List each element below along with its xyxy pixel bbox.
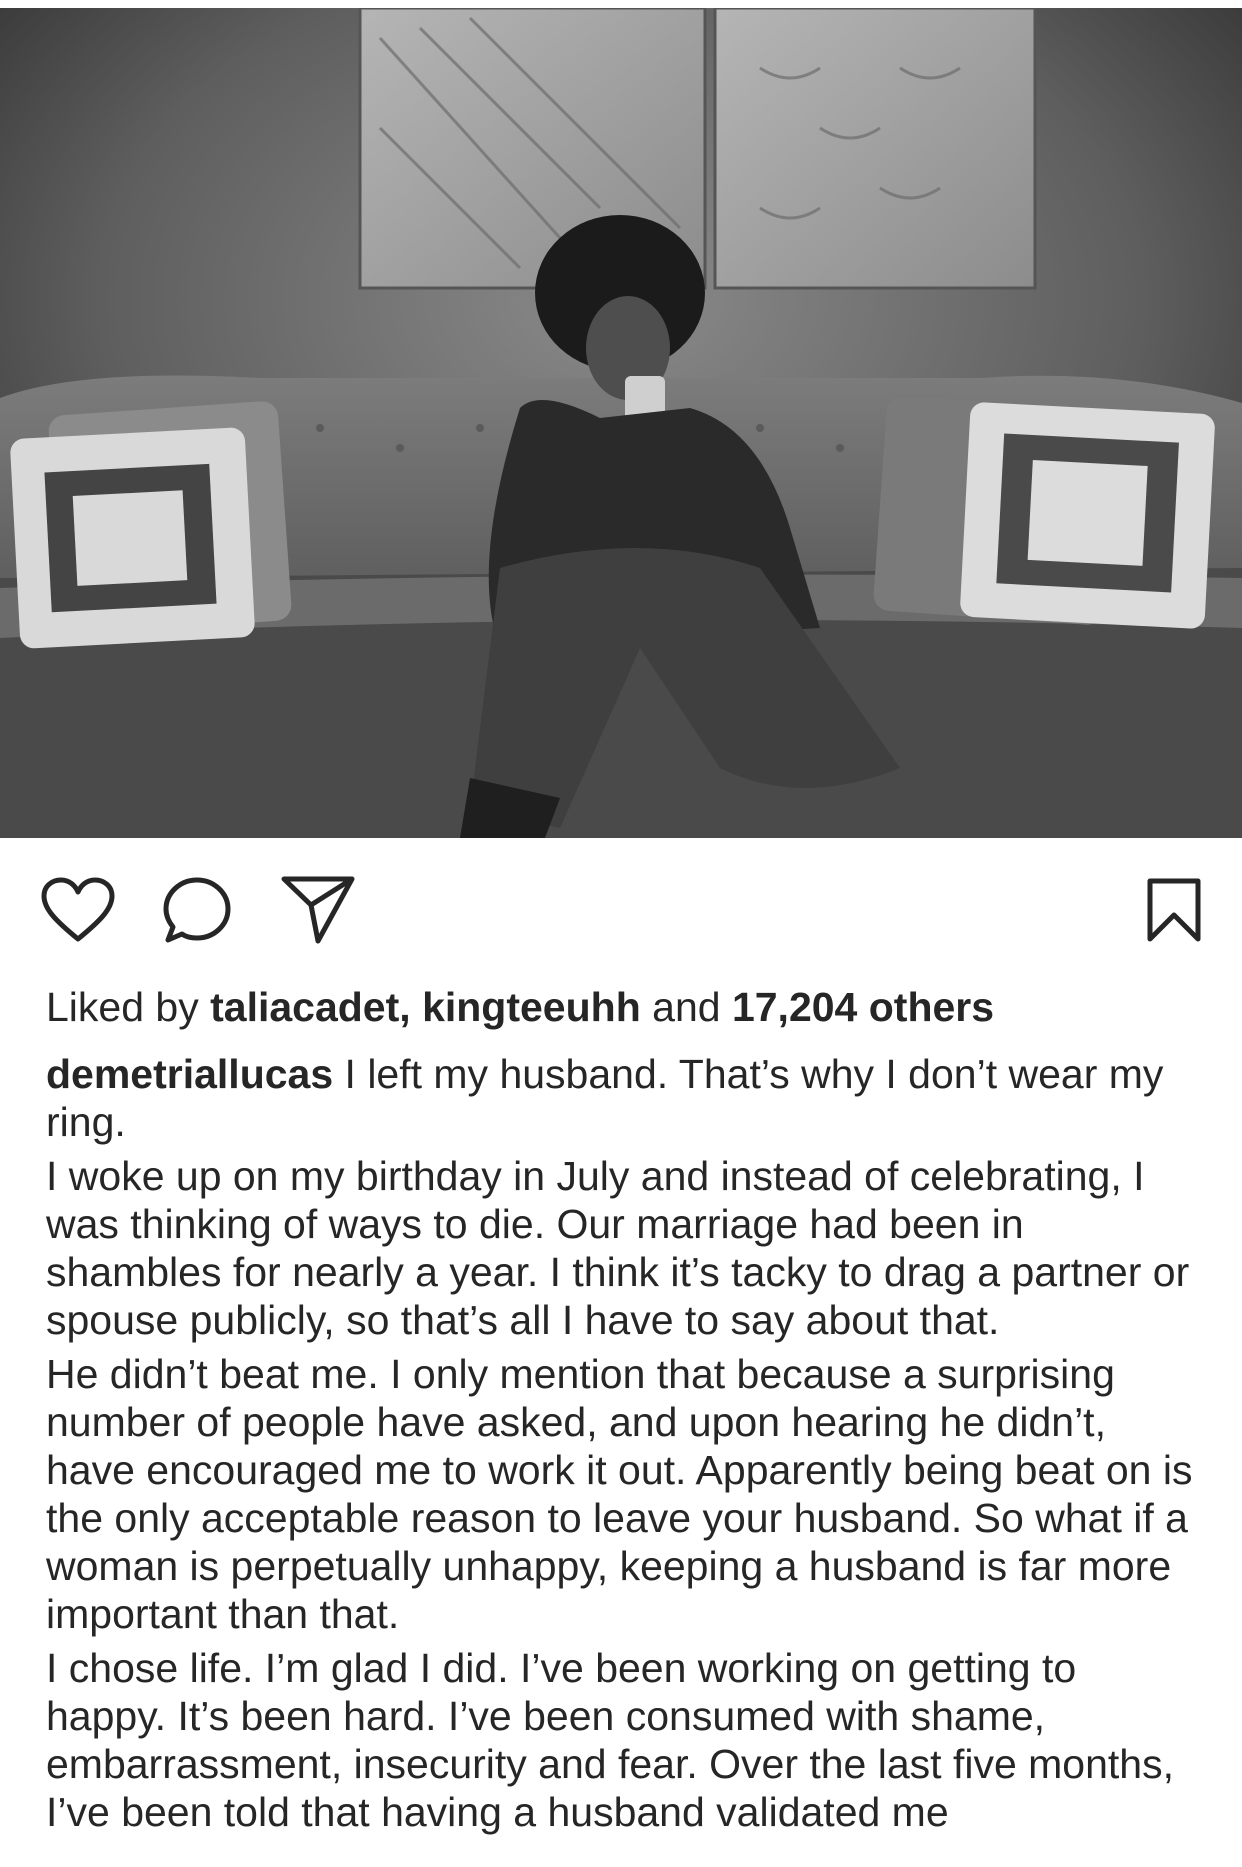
post-photo[interactable] — [0, 8, 1242, 838]
caption-paragraph: I woke up on my birthday in July and ins… — [46, 1153, 1190, 1343]
comment-button[interactable] — [157, 870, 237, 950]
like-button[interactable] — [38, 870, 118, 950]
paper-plane-icon — [280, 875, 356, 945]
post-caption: demetriallucas I left my husband. That’s… — [46, 1050, 1206, 1842]
likes-separator: , — [399, 984, 423, 1030]
bookmark-icon — [1146, 877, 1202, 943]
heart-icon — [41, 877, 115, 943]
liker-username[interactable]: taliacadet — [210, 984, 399, 1030]
likes-others-count[interactable]: 17,204 others — [732, 984, 994, 1030]
likes-prefix: Liked by — [46, 984, 211, 1030]
likes-and: and — [640, 984, 732, 1030]
share-button[interactable] — [278, 870, 358, 950]
save-button[interactable] — [1134, 870, 1214, 950]
comment-icon — [162, 876, 232, 944]
caption-paragraph: He didn’t beat me. I only mention that b… — [46, 1351, 1193, 1637]
caption-username[interactable]: demetriallucas — [46, 1051, 333, 1097]
likes-summary: Liked by taliacadet, kingteeuhh and 17,2… — [46, 983, 1206, 1031]
liker-username[interactable]: kingteeuhh — [422, 984, 641, 1030]
caption-paragraph: I chose life. I’m glad I did. I’ve been … — [46, 1645, 1174, 1835]
post-action-bar — [0, 870, 1242, 950]
caption-first-paragraph: demetriallucas I left my husband. That’s… — [46, 1050, 1206, 1146]
photo-illustration — [0, 8, 1242, 838]
